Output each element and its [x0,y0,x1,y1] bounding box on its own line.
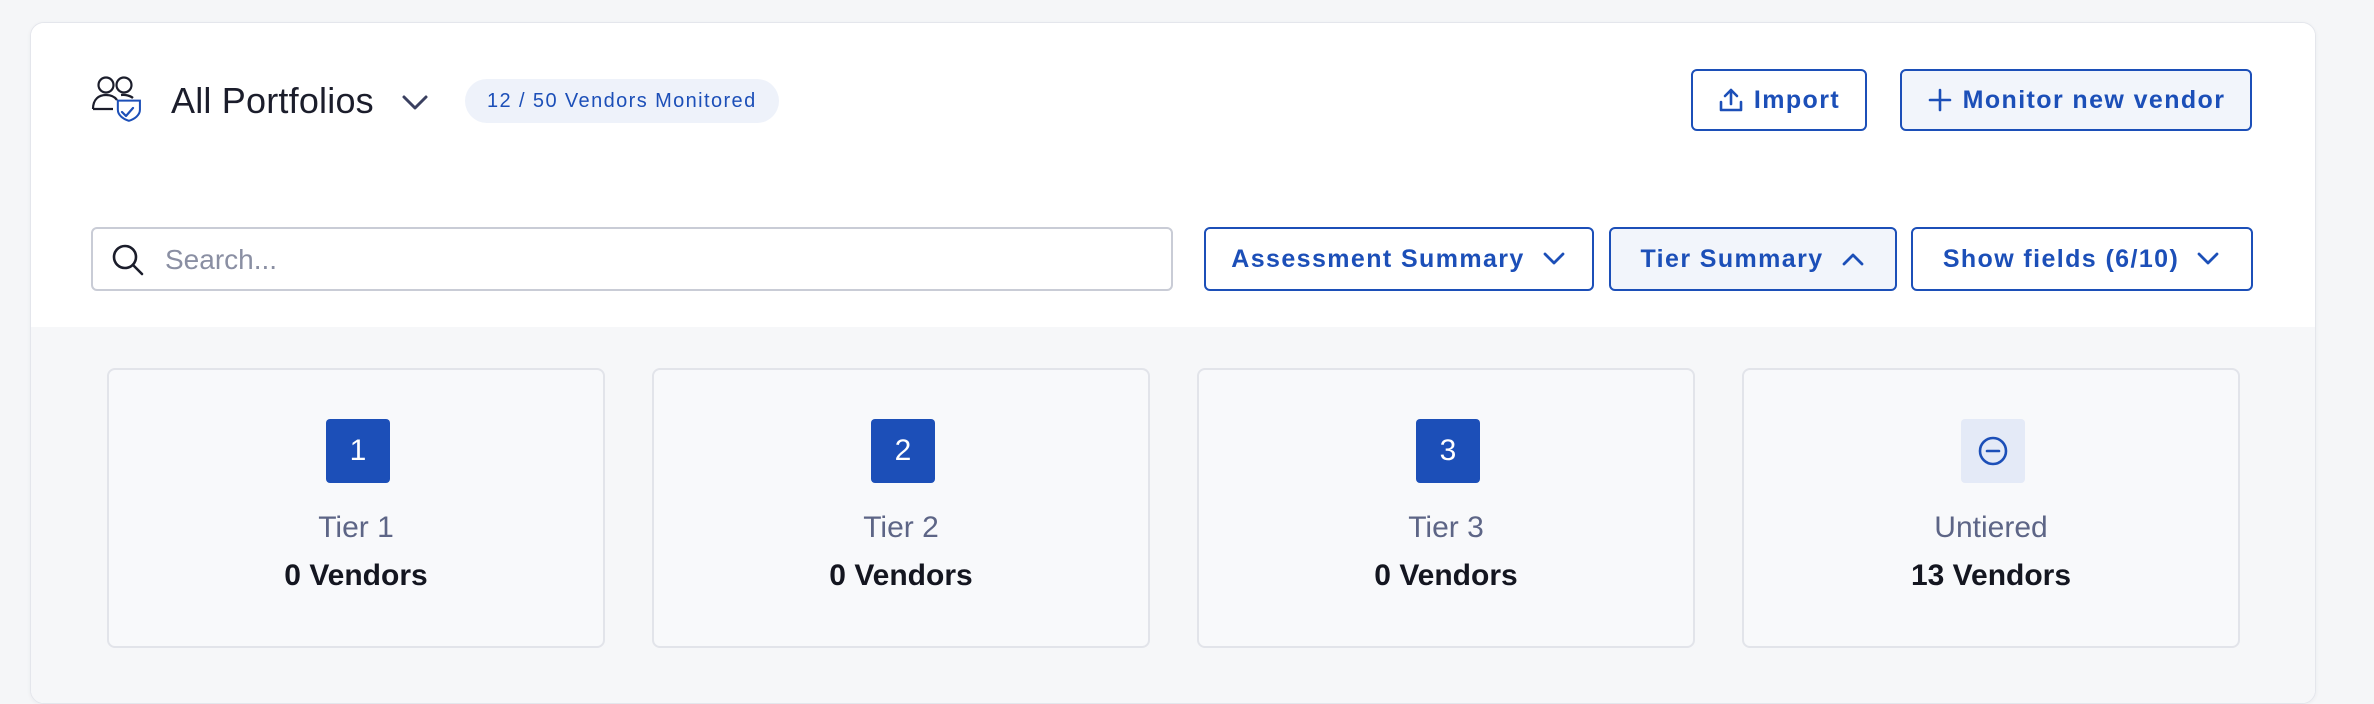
tier-badge: 2 [871,419,935,483]
upload-icon [1719,88,1743,112]
assessment-summary-label: Assessment Summary [1231,244,1525,273]
tier-summary-section: 1 Tier 1 0 Vendors 2 Tier 2 0 Vendors 3 … [31,327,2315,703]
search-input[interactable] [163,229,1157,291]
monitor-new-vendor-button[interactable]: Monitor new vendor [1900,69,2252,131]
panel-header: All Portfolios 12 / 50 Vendors Monitored… [31,23,2315,182]
import-button-label: Import [1753,85,1841,114]
portfolio-title[interactable]: All Portfolios [171,79,374,123]
tier-badge: 1 [326,419,390,483]
filter-toolbar: Assessment Summary Tier Summary Show fie… [31,181,2315,327]
vendors-monitored-badge: 12 / 50 Vendors Monitored [465,79,779,123]
tier-vendor-count: 13 Vendors [1910,559,2072,592]
vendor-portfolio-panel: All Portfolios 12 / 50 Vendors Monitored… [30,22,2316,704]
chevron-down-icon [1543,252,1565,265]
tier-summary-label: Tier Summary [1640,244,1824,273]
tier-card-1[interactable]: 1 Tier 1 0 Vendors [107,368,605,648]
untiered-badge [1961,419,2025,483]
people-shield-icon [91,76,141,122]
search-icon [112,244,144,276]
tier-vendor-count: 0 Vendors [284,559,428,592]
tier-summary-button[interactable]: Tier Summary [1609,227,1897,291]
plus-icon [1928,88,1951,112]
chevron-down-icon[interactable] [399,91,431,115]
chevron-down-icon [2197,252,2219,265]
import-button[interactable]: Import [1691,69,1867,131]
tier-name: Tier 1 [318,511,394,544]
search-box[interactable] [91,227,1173,291]
tier-card-untiered[interactable]: Untiered 13 Vendors [1742,368,2240,648]
minus-circle-icon [1978,436,2008,466]
assessment-summary-button[interactable]: Assessment Summary [1204,227,1594,291]
monitor-new-vendor-label: Monitor new vendor [1962,85,2226,114]
tier-name: Untiered [1934,511,2048,544]
tier-name: Tier 3 [1408,511,1484,544]
show-fields-button[interactable]: Show fields (6/10) [1911,227,2253,291]
tier-badge: 3 [1416,419,1480,483]
tier-vendor-count: 0 Vendors [829,559,973,592]
tier-vendor-count: 0 Vendors [1374,559,1518,592]
show-fields-label: Show fields (6/10) [1942,244,2180,273]
tier-card-3[interactable]: 3 Tier 3 0 Vendors [1197,368,1695,648]
chevron-up-icon [1842,253,1863,266]
tier-name: Tier 2 [863,511,939,544]
tier-card-2[interactable]: 2 Tier 2 0 Vendors [652,368,1150,648]
